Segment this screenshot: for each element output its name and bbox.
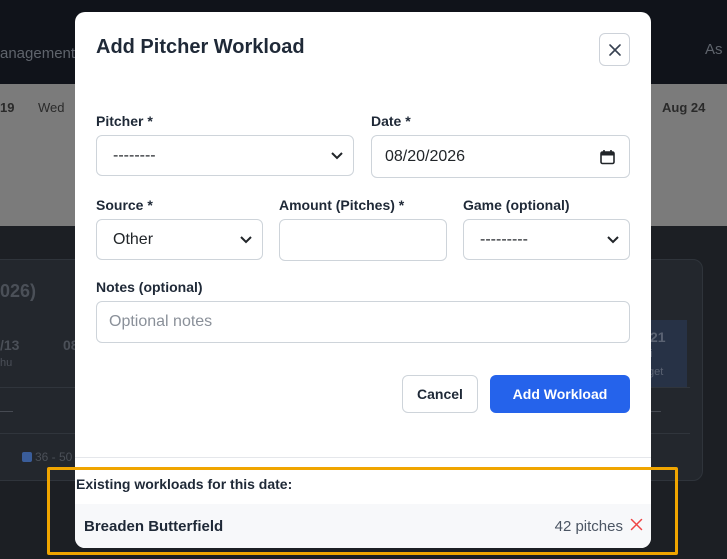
calendar-weekday: hu — [0, 357, 13, 369]
game-select-value: --------- — [480, 230, 528, 248]
game-select[interactable]: --------- — [463, 219, 630, 260]
source-select[interactable]: Other — [96, 219, 263, 260]
cancel-button[interactable]: Cancel — [402, 375, 478, 413]
source-select-value: Other — [113, 230, 154, 248]
date-input-value: 08/20/2026 — [385, 147, 466, 165]
chevron-down-icon — [240, 235, 252, 243]
date-label: Date * — [371, 113, 411, 129]
calendar-day: 21 — [650, 329, 666, 345]
background-card-title: 026) — [0, 281, 37, 301]
week-day-label: Aug 24 — [662, 100, 706, 115]
game-label: Game (optional) — [463, 197, 570, 213]
modal-divider — [75, 457, 651, 458]
pitcher-select[interactable]: -------- — [96, 135, 354, 176]
calendar-icon[interactable] — [600, 149, 615, 164]
highlight-box — [47, 467, 678, 555]
week-day-label: 19 — [0, 100, 15, 115]
amount-label: Amount (Pitches) * — [279, 197, 405, 213]
chevron-down-icon — [607, 235, 619, 243]
pitcher-select-value: -------- — [113, 146, 156, 164]
modal-title: Add Pitcher Workload — [96, 36, 305, 58]
notes-label: Notes (optional) — [96, 279, 203, 295]
date-input[interactable]: 08/20/2026 — [371, 135, 630, 178]
close-icon — [608, 43, 621, 56]
source-label: Source * — [96, 197, 153, 213]
legend-swatch — [22, 452, 32, 462]
calendar-day: /13 — [0, 337, 20, 353]
amount-input[interactable] — [279, 219, 447, 261]
week-day-label: Wed — [38, 100, 65, 115]
nav-link-management: anagement — [0, 45, 76, 62]
nav-link-right: As d — [705, 41, 727, 58]
calendar-cell-value: — — [0, 403, 13, 418]
pitcher-label: Pitcher * — [96, 113, 153, 129]
add-workload-button[interactable]: Add Workload — [490, 375, 630, 413]
notes-placeholder: Optional notes — [109, 313, 213, 330]
close-button[interactable] — [599, 33, 630, 66]
chevron-down-icon — [331, 151, 343, 159]
notes-input[interactable]: Optional notes — [96, 301, 630, 343]
legend-label: 36 - 50 — [35, 450, 73, 464]
